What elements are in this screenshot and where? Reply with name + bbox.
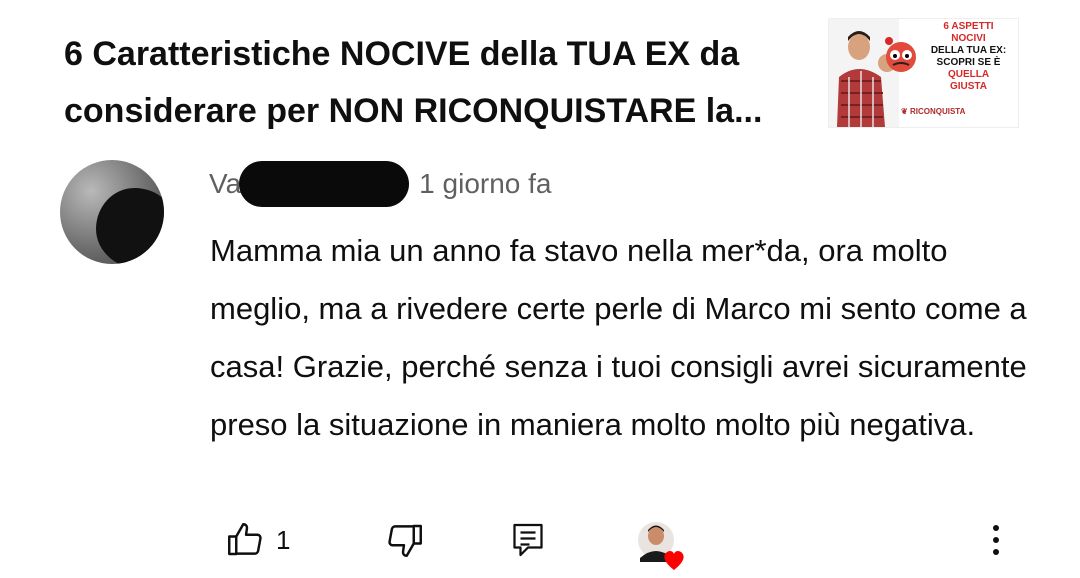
like-button[interactable]: 1 — [224, 510, 290, 570]
commenter-avatar[interactable] — [60, 160, 164, 264]
comment-text: Mamma mia un anno fa stavo nella mer*da,… — [210, 233, 1027, 442]
thumbs-up-icon — [224, 519, 266, 561]
more-options-button[interactable] — [984, 520, 1008, 560]
comment-author[interactable]: Va — [209, 168, 241, 200]
author-name-redaction — [239, 161, 410, 207]
comment-meta: Va 1 giorno fa — [209, 161, 552, 207]
thumbnail-line: NOCIVI — [951, 33, 986, 44]
creator-heart-icon — [638, 522, 684, 570]
video-title[interactable]: 6 Caratteristiche NOCIVE della TUA EX da… — [64, 26, 784, 140]
thumbnail-line: SCOPRI SE È — [936, 57, 1001, 68]
reply-button[interactable] — [510, 510, 546, 570]
video-thumbnail[interactable]: 6 ASPETTI NOCIVI DELLA TUA EX: SCOPRI SE… — [828, 18, 1019, 128]
thumbnail-line: QUELLA — [947, 69, 990, 80]
thumbnail-brand-label: RICONQUISTA — [909, 107, 966, 116]
thumbnail-cartoon-icon — [885, 37, 916, 72]
thumbnail-line: 6 ASPETTI — [943, 21, 994, 32]
thumbs-down-icon — [384, 519, 426, 561]
thumbnail-line: DELLA TUA EX: — [930, 45, 1007, 56]
thumbnail-brand: ❦ RICONQUISTA — [901, 107, 965, 116]
dislike-button[interactable] — [384, 510, 426, 570]
creator-heart-badge — [634, 518, 688, 572]
comment-timestamp[interactable]: 1 giorno fa — [419, 168, 551, 200]
brand-heart-icon: ❦ — [901, 107, 908, 116]
redaction-mark — [96, 188, 164, 264]
comment-actions: 1 — [0, 510, 1080, 570]
thumbnail-text: 6 ASPETTI NOCIVI DELLA TUA EX: SCOPRI SE… — [921, 21, 1016, 93]
more-vertical-icon — [993, 525, 999, 555]
thumbnail-line: GIUSTA — [949, 81, 988, 92]
like-count: 1 — [276, 524, 291, 555]
reply-comment-icon — [510, 520, 546, 560]
